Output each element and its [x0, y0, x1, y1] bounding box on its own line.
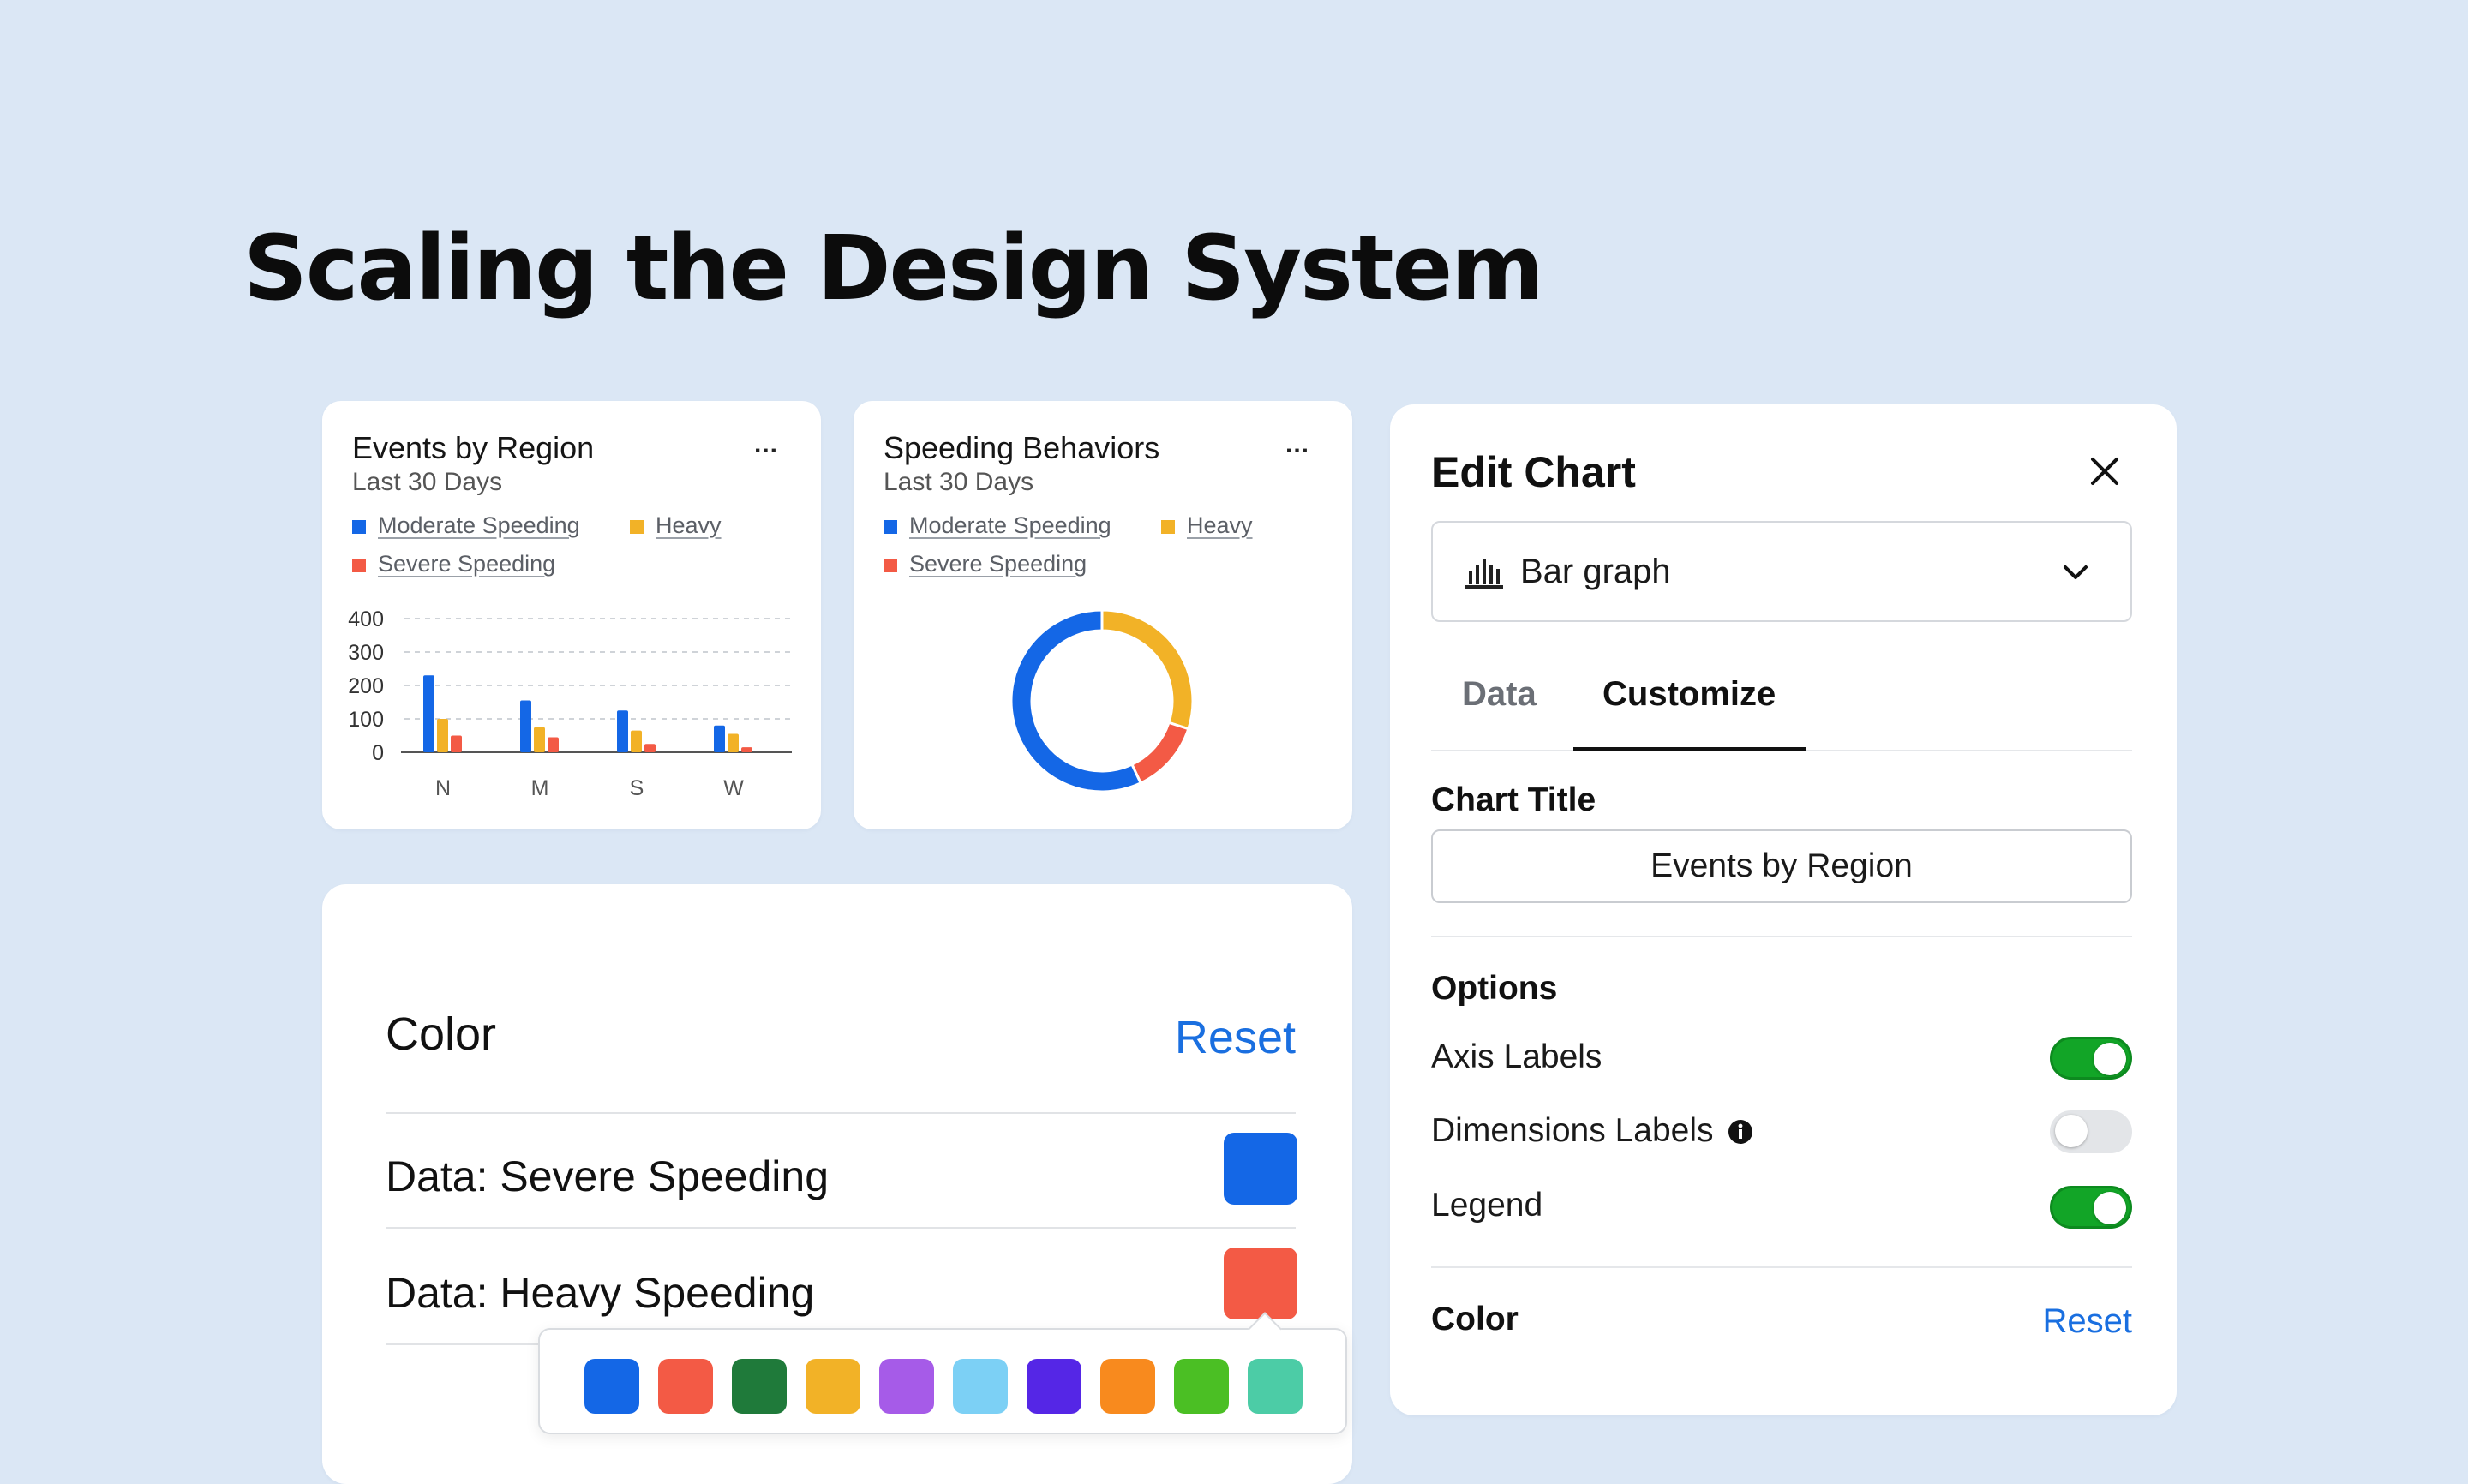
x-tick-label: N	[435, 776, 451, 800]
palette-swatch-indigo[interactable]	[1027, 1359, 1081, 1414]
color-palette-popover	[538, 1312, 1347, 1434]
bar-severe-speeding	[741, 747, 752, 752]
edit-chart-panel: Edit Chart Bar graph Data Customize Char…	[1390, 404, 2177, 1415]
color-reset-link[interactable]: Reset	[2043, 1302, 2133, 1341]
toggle-knob	[2094, 1043, 2126, 1075]
donut-slice-moderate-speeding	[1009, 608, 1143, 793]
y-tick-label: 300	[348, 641, 384, 665]
toggle-knob	[2055, 1115, 2088, 1147]
y-tick-label: 400	[348, 607, 384, 631]
donut-slice-heavy	[1100, 608, 1195, 731]
toggle-knob	[2094, 1192, 2126, 1224]
bar-moderate-speeding	[520, 700, 531, 752]
y-tick-label: 0	[372, 741, 384, 765]
donut-slice-severe-speeding	[1129, 721, 1190, 785]
bar-severe-speeding	[548, 737, 559, 752]
tab-data[interactable]: Data	[1462, 675, 1537, 714]
bar-heavy	[631, 730, 642, 752]
bar-heavy	[437, 719, 448, 752]
close-icon[interactable]	[2086, 452, 2124, 490]
palette-swatch-blue[interactable]	[584, 1359, 639, 1414]
events-by-region-card: Events by Region Last 30 Days ... Modera…	[322, 401, 821, 829]
page-headline: Scaling the Design System	[243, 216, 1544, 320]
info-icon[interactable]	[1728, 1119, 1753, 1145]
events-bar-chart: 0 100 200 300 400 N M S W	[348, 607, 792, 800]
palette-swatch-yellow[interactable]	[806, 1359, 860, 1414]
color-reset-link[interactable]: Reset	[1175, 1011, 1296, 1064]
x-tick-label: W	[723, 776, 744, 800]
bar-severe-speeding	[451, 735, 462, 752]
divider	[386, 1112, 1296, 1114]
dimensions-labels-toggle[interactable]	[2050, 1110, 2132, 1153]
options-label: Options	[1431, 970, 1558, 1007]
chevron-down-icon	[2064, 565, 2088, 579]
chart-type-value: Bar graph	[1520, 553, 1671, 590]
chart-type-select[interactable]: Bar graph	[1431, 521, 2132, 622]
bar-heavy	[534, 727, 545, 752]
palette-swatch-green[interactable]	[732, 1359, 787, 1414]
active-tab-indicator	[1573, 747, 1806, 751]
color-row-label: Data: Heavy Speeding	[386, 1269, 815, 1317]
color-swatch-button[interactable]	[1224, 1248, 1297, 1319]
palette-swatch-lime[interactable]	[1174, 1359, 1229, 1414]
chart-title-input[interactable]: Events by Region	[1431, 829, 2132, 903]
divider	[1431, 936, 2132, 937]
color-label: Color	[1431, 1301, 1519, 1337]
color-swatch-button[interactable]	[1224, 1133, 1297, 1205]
legend-toggle[interactable]	[2050, 1186, 2132, 1229]
bar-moderate-speeding	[423, 675, 434, 752]
palette-swatch-red[interactable]	[658, 1359, 713, 1414]
divider	[1431, 1266, 2132, 1268]
bar-heavy	[728, 733, 739, 752]
color-section-title: Color	[386, 1008, 497, 1060]
legend-label: Legend	[1431, 1187, 1543, 1224]
speeding-donut-chart	[1009, 608, 1195, 793]
x-tick-label: S	[630, 776, 644, 800]
palette-swatch-teal[interactable]	[1248, 1359, 1303, 1414]
tab-customize[interactable]: Customize	[1602, 675, 1776, 714]
chart-title-label: Chart Title	[1431, 781, 1596, 818]
bar-severe-speeding	[644, 744, 656, 752]
palette-swatch-orange[interactable]	[1100, 1359, 1155, 1414]
bar-chart-icon	[1465, 559, 1503, 589]
palette-swatch-light-blue[interactable]	[953, 1359, 1008, 1414]
y-tick-label: 100	[348, 708, 384, 732]
color-row-label: Data: Severe Speeding	[386, 1152, 830, 1200]
axis-labels-label: Axis Labels	[1431, 1038, 1602, 1075]
divider	[386, 1227, 1296, 1229]
dimensions-labels-label: Dimensions Labels	[1431, 1112, 1753, 1150]
bar-moderate-speeding	[617, 710, 628, 752]
bar-moderate-speeding	[714, 725, 725, 752]
x-tick-label: M	[531, 776, 549, 800]
panel-title: Edit Chart	[1431, 448, 1636, 496]
speeding-behaviors-card: Speeding Behaviors Last 30 Days ... Mode…	[854, 401, 1352, 829]
y-tick-label: 200	[348, 674, 384, 698]
palette-swatch-purple[interactable]	[879, 1359, 934, 1414]
axis-labels-toggle[interactable]	[2050, 1037, 2132, 1080]
dimensions-labels-text: Dimensions Labels	[1431, 1112, 1714, 1149]
